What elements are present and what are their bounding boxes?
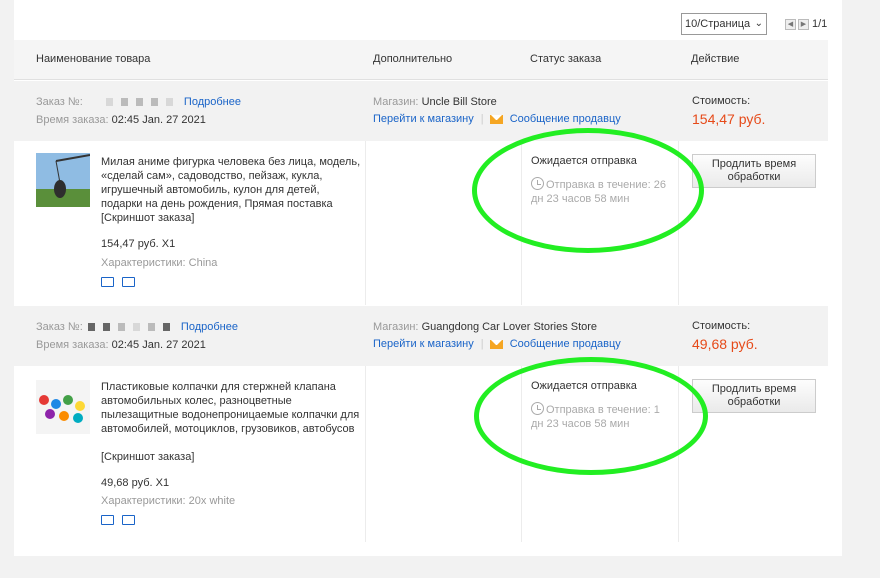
table-header: Наименование товара Дополнительно Статус… (14, 40, 828, 80)
order-snapshot-link[interactable]: [Скриншот заказа] (101, 212, 194, 224)
order-no-label: Заказ №: (36, 96, 83, 108)
order-time-label: Время заказа: (36, 114, 109, 126)
per-page-select[interactable]: 10/Страница ⌄ (681, 13, 767, 35)
col-action: Действие (691, 53, 740, 65)
col-product: Наименование товара (36, 53, 151, 65)
product-actions (101, 515, 135, 525)
chevron-down-icon: ⌄ (754, 18, 763, 29)
next-page-icon[interactable]: ▶ (798, 18, 809, 30)
store-name: Uncle Bill Store (421, 96, 497, 108)
clock-icon (531, 402, 544, 415)
order-time-value: 02:45 Jan. 27 2021 (111, 114, 206, 126)
store-name: Guangdong Car Lover Stories Store (421, 321, 598, 333)
product-thumbnail[interactable] (36, 380, 90, 434)
order-time-value: 02:45 Jan. 27 2021 (111, 339, 206, 351)
extend-processing-button[interactable]: Продлить время обработки (692, 379, 816, 413)
go-to-store-link[interactable]: Перейти к магазину (373, 113, 474, 125)
product-title[interactable]: Пластиковые колпачки для стержней клапан… (101, 380, 363, 436)
shipping-icon[interactable] (101, 277, 114, 287)
order-time-label: Время заказа: (36, 339, 109, 351)
pager: 10/Страница ⌄ ◀ ▶ 1/1 (681, 13, 827, 35)
product-specs: Характеристики: China (101, 257, 218, 269)
status-detail: Отправка в течение: 26 дн 23 часов 58 ми… (531, 177, 666, 205)
status-title: Ожидается отправка (531, 380, 637, 392)
order-details-link[interactable]: Подробнее (181, 321, 238, 333)
order-header: Заказ №: Подробнее Время заказа: 02:45 J… (14, 306, 828, 366)
message-seller-link[interactable]: Сообщение продавцу (510, 338, 621, 350)
message-seller-link[interactable]: Сообщение продавцу (510, 113, 621, 125)
product-thumbnail[interactable] (36, 153, 90, 207)
cost-value: 49,68 руб. (692, 336, 758, 352)
mail-icon (489, 114, 503, 124)
cost-value: 154,47 руб. (692, 111, 766, 127)
order-no-label: Заказ №: (36, 321, 83, 333)
extend-processing-button[interactable]: Продлить время обработки (692, 154, 816, 188)
receipt-icon[interactable] (122, 277, 135, 287)
status-detail: Отправка в течение: 1 дн 23 часов 58 мин (531, 402, 660, 430)
store-label: Магазин: (373, 321, 419, 333)
col-extra: Дополнительно (373, 53, 453, 65)
order-details-link[interactable]: Подробнее (184, 96, 241, 108)
product-actions (101, 277, 135, 287)
receipt-icon[interactable] (122, 515, 135, 525)
price-quantity: 49,68 руб. X1 (101, 477, 170, 489)
per-page-value: 10/Страница (685, 18, 751, 30)
cost-label: Стоимость: (692, 320, 751, 332)
order-header: Заказ №: Подробнее Время заказа: 02:45 J… (14, 81, 828, 141)
cost-label: Стоимость: (692, 95, 751, 107)
go-to-store-link[interactable]: Перейти к магазину (373, 338, 474, 350)
price-quantity: 154,47 руб. X1 (101, 238, 176, 250)
mail-icon (489, 339, 503, 349)
shipping-icon[interactable] (101, 515, 114, 525)
clock-icon (531, 177, 544, 190)
status-title: Ожидается отправка (531, 155, 637, 167)
col-status: Статус заказа (530, 53, 602, 65)
store-label: Магазин: (373, 96, 419, 108)
order-snapshot-link[interactable]: [Скриншот заказа] (101, 451, 194, 463)
page-count: 1/1 (812, 18, 828, 30)
product-title[interactable]: Милая аниме фигурка человека без лица, м… (101, 155, 363, 211)
prev-page-icon[interactable]: ◀ (785, 18, 796, 30)
product-specs: Характеристики: 20x white (101, 495, 236, 507)
